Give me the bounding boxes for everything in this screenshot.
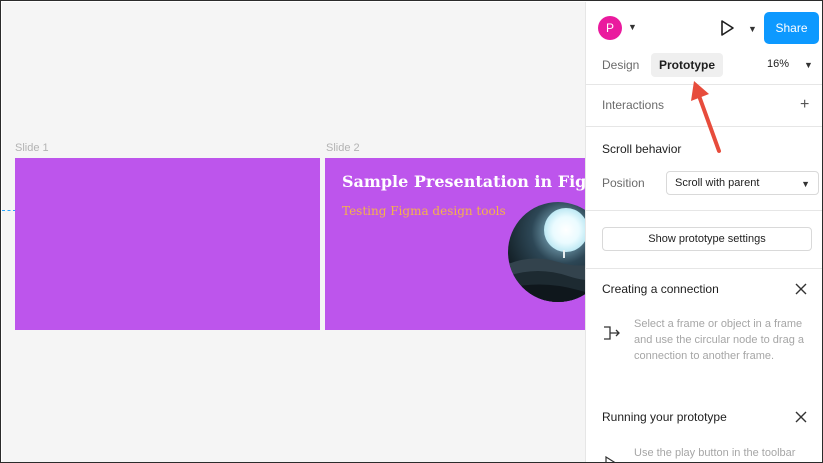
divider [586, 210, 822, 211]
scroll-behavior-title: Scroll behavior [602, 142, 682, 156]
app-window: Slide 1 Slide 2 Sample Presentation in F… [0, 0, 823, 463]
chevron-down-icon[interactable]: ▼ [628, 22, 637, 32]
user-avatar[interactable]: P [598, 16, 622, 40]
arrow-annotation [691, 81, 721, 153]
slide-subtitle: Testing Figma design tools [342, 204, 506, 218]
play-chevron-down-icon[interactable]: ▼ [748, 24, 757, 34]
close-icon[interactable] [794, 282, 808, 296]
share-button[interactable]: Share [764, 12, 819, 44]
slide-title: Sample Presentation in Figma [342, 172, 585, 191]
divider [586, 268, 822, 269]
slide-2-frame[interactable]: Sample Presentation in Figma Testing Fig… [325, 158, 585, 330]
slide-2-label[interactable]: Slide 2 [326, 142, 360, 154]
slide-1-frame[interactable] [15, 158, 320, 330]
running-prototype-title: Running your prototype [602, 410, 727, 424]
close-icon[interactable] [794, 410, 808, 424]
show-prototype-settings-button[interactable]: Show prototype settings [602, 227, 812, 251]
zoom-chevron-down-icon[interactable]: ▼ [804, 60, 813, 70]
play-icon[interactable] [718, 19, 736, 37]
play-icon [605, 456, 616, 462]
connection-icon [604, 326, 620, 340]
plus-icon[interactable]: + [800, 96, 809, 114]
connection-help-text: Select a frame or object in a frame and … [634, 318, 805, 362]
position-value: Scroll with parent [675, 177, 760, 189]
tab-design[interactable]: Design [594, 53, 647, 77]
running-help-text: Use the play button in the toolbar [634, 447, 796, 459]
moon-image[interactable] [508, 202, 585, 302]
interactions-title: Interactions [602, 98, 665, 112]
slide-1-label[interactable]: Slide 1 [15, 142, 49, 154]
position-select[interactable]: Scroll with parent ▼ [666, 171, 819, 195]
dashed-guide [2, 210, 16, 211]
properties-panel: P ▼ ▼ Share Design Prototype 16% ▼ Inter… [585, 2, 822, 462]
tab-prototype[interactable]: Prototype [651, 53, 724, 77]
zoom-level[interactable]: 16% [767, 58, 789, 70]
position-label: Position [602, 176, 645, 190]
chevron-down-icon: ▼ [801, 179, 810, 189]
canvas[interactable]: Slide 1 Slide 2 Sample Presentation in F… [2, 2, 585, 462]
creating-connection-title: Creating a connection [602, 282, 719, 296]
